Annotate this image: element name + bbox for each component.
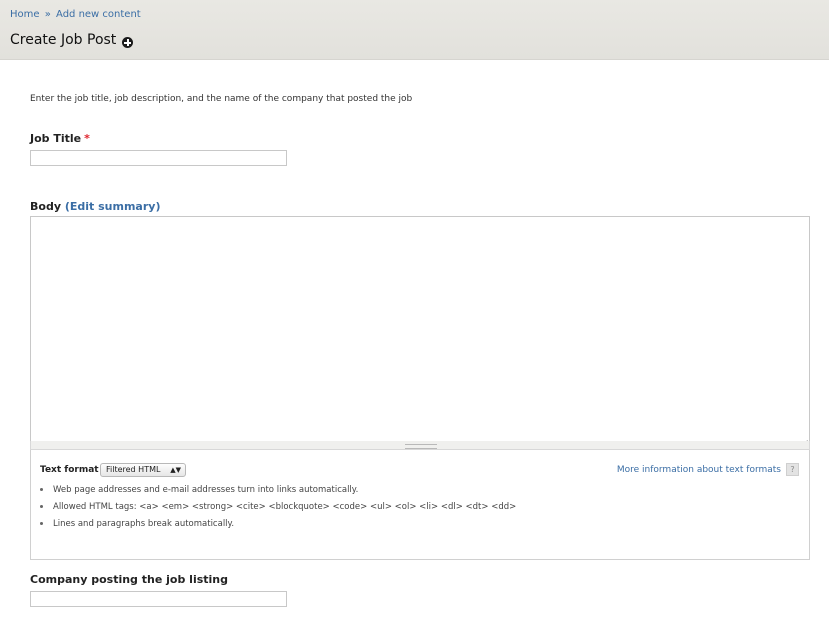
breadcrumb: Home » Add new content xyxy=(10,9,141,20)
resize-grip-icon[interactable] xyxy=(800,433,808,441)
body-label-text: Body xyxy=(30,200,61,213)
page-title: Create Job Post xyxy=(10,32,117,48)
body-label: Body (Edit summary) xyxy=(30,200,160,213)
plus-circle-icon[interactable] xyxy=(122,37,133,48)
more-info-text-formats-link[interactable]: More information about text formats xyxy=(617,465,781,475)
help-icon[interactable]: ? xyxy=(786,463,799,476)
format-tips-list: Web page addresses and e-mail addresses … xyxy=(40,484,516,535)
company-input[interactable] xyxy=(30,591,287,607)
job-title-input[interactable] xyxy=(30,150,287,166)
up-down-arrows-icon: ▲▼ xyxy=(170,466,181,474)
body-close-paren: ) xyxy=(155,200,161,213)
form-help-text: Enter the job title, job description, an… xyxy=(30,94,413,104)
format-tip-item: Allowed HTML tags: <a> <em> <strong> <ci… xyxy=(40,501,516,518)
company-label: Company posting the job listing xyxy=(30,573,228,586)
edit-summary-link[interactable]: Edit summary xyxy=(70,200,156,213)
format-tip-item: Lines and paragraphs break automatically… xyxy=(40,518,516,535)
format-tip-item: Web page addresses and e-mail addresses … xyxy=(40,484,516,501)
breadcrumb-home-link[interactable]: Home xyxy=(10,9,40,20)
text-format-selected: Filtered HTML xyxy=(106,465,161,474)
text-format-box: Text format Filtered HTML ▲▼ More inform… xyxy=(30,450,810,560)
textarea-resize-bar[interactable] xyxy=(30,441,810,450)
job-title-label: Job Title * xyxy=(30,132,90,145)
job-title-label-text: Job Title xyxy=(30,132,82,145)
text-format-label: Text format xyxy=(40,465,99,475)
body-textarea[interactable] xyxy=(30,216,810,442)
page-header: Home » Add new content Create Job Post xyxy=(0,0,829,60)
grip-handle-icon[interactable] xyxy=(405,444,437,449)
required-marker: * xyxy=(84,132,90,145)
breadcrumb-separator: » xyxy=(44,9,51,20)
breadcrumb-add-content-link[interactable]: Add new content xyxy=(56,9,141,20)
text-format-select[interactable]: Filtered HTML ▲▼ xyxy=(100,463,186,477)
